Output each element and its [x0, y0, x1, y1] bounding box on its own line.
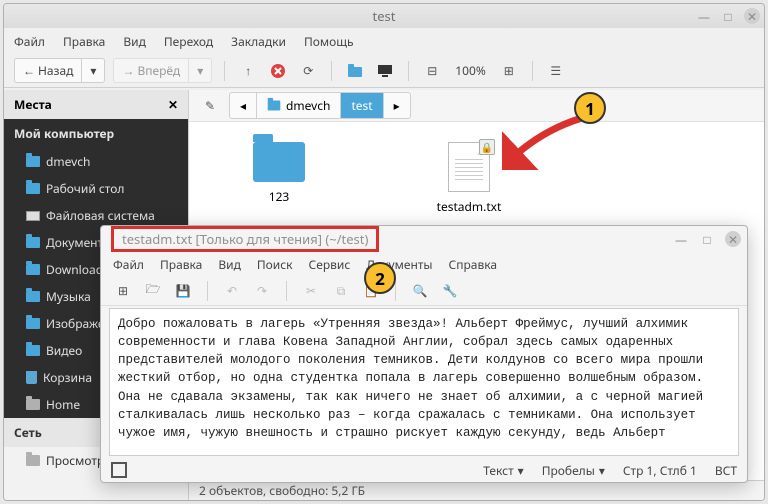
zoom-out-icon[interactable]: ⊟: [421, 60, 443, 82]
menu-edit[interactable]: Правка: [63, 33, 105, 50]
replace-icon[interactable]: 🔧: [440, 281, 460, 301]
redo-icon: ↷: [252, 281, 272, 301]
copy-icon: ⧉: [331, 281, 351, 301]
fm-title: test: [373, 7, 396, 25]
annotation-label-1: 1: [574, 92, 606, 124]
path-prev-icon[interactable]: ◂: [230, 93, 256, 118]
search-icon[interactable]: 🔍: [410, 281, 430, 301]
zoom-level: 100%: [451, 62, 490, 79]
up-icon[interactable]: ↑: [237, 60, 259, 82]
folder-item-123[interactable]: 123: [229, 142, 329, 215]
sidebar-header: Места✕: [4, 90, 188, 119]
ed-toolbar: ⊞ 🗁 💾 ↶ ↷ ✂ ⧉ 📋 🔍 🔧: [101, 276, 747, 306]
lock-icon: 🔒: [479, 139, 495, 155]
cut-icon: ✂: [301, 281, 321, 301]
syntax-dropdown[interactable]: Текст ▾: [483, 462, 523, 479]
cursor-position: Стр 1, Стлб 1: [623, 462, 697, 479]
back-button[interactable]: ← Назад ▾: [14, 58, 105, 83]
zoom-in-icon[interactable]: ⊞: [498, 60, 520, 82]
sidebar-item-desktop[interactable]: Рабочий стол: [4, 175, 188, 202]
icon-view[interactable]: 123 🔒 testadm.txt: [189, 122, 764, 235]
insert-mode: ВСТ: [715, 462, 737, 479]
home-icon[interactable]: [344, 60, 366, 82]
ed-menu-edit[interactable]: Правка: [160, 256, 202, 273]
folder-icon: [253, 142, 305, 182]
fm-titlebar: test — □ ✕: [4, 4, 764, 28]
reload-icon[interactable]: ⟳: [297, 60, 319, 82]
menu-bookmarks[interactable]: Закладки: [231, 33, 286, 50]
sidebar-toggle-icon[interactable]: [111, 462, 127, 478]
menu-go[interactable]: Переход: [164, 33, 213, 50]
minimize-icon[interactable]: —: [696, 8, 712, 24]
whitespace-dropdown[interactable]: Пробелы ▾: [542, 462, 605, 479]
ed-menu-help[interactable]: Справка: [449, 256, 498, 273]
sidebar-item-dmevch[interactable]: dmevch: [4, 148, 188, 175]
menu-help[interactable]: Помощь: [304, 33, 354, 50]
open-icon[interactable]: 🗁: [143, 281, 163, 301]
stop-icon[interactable]: [267, 60, 289, 82]
computer-icon[interactable]: [374, 60, 396, 82]
path-seg-test[interactable]: test: [340, 93, 382, 118]
ed-menu-search[interactable]: Поиск: [257, 256, 293, 273]
close-icon[interactable]: ✕: [744, 8, 760, 24]
maximize-icon[interactable]: □: [720, 8, 736, 24]
ed-menubar: Файл Правка Вид Поиск Сервис Документы С…: [101, 252, 747, 276]
sidebar-group-computer: Мой компьютер: [4, 119, 188, 148]
minimize-icon[interactable]: —: [673, 231, 689, 247]
document-icon: 🔒: [448, 142, 490, 192]
path-next-icon[interactable]: ▸: [383, 93, 410, 118]
annotation-label-2: 2: [364, 262, 396, 294]
path-seg-dmevch[interactable]: dmevch: [256, 93, 340, 118]
ed-statusbar: Текст ▾ Пробелы ▾ Стр 1, Стлб 1 ВСТ: [101, 458, 747, 482]
menu-view[interactable]: Вид: [123, 33, 146, 50]
ed-title: testadm.txt [Только для чтения] (~/test): [111, 226, 379, 252]
fm-statusbar: 2 объектов, свободно: 5,2 ГБ: [189, 480, 764, 500]
fm-menubar: Файл Правка Вид Переход Закладки Помощь: [4, 28, 764, 54]
ed-menu-view[interactable]: Вид: [218, 256, 241, 273]
maximize-icon[interactable]: □: [699, 231, 715, 247]
edit-path-icon[interactable]: ✎: [199, 95, 221, 117]
pathbar: ✎ ◂ dmevch test ▸: [189, 90, 764, 122]
forward-button: → Вперёд ▾: [113, 58, 212, 83]
ed-menu-file[interactable]: Файл: [113, 256, 144, 273]
new-icon[interactable]: ⊞: [113, 281, 133, 301]
undo-icon: ↶: [222, 281, 242, 301]
file-label: 123: [269, 188, 290, 205]
file-label: testadm.txt: [437, 198, 502, 215]
view-mode-icon[interactable]: ☰: [545, 60, 567, 82]
text-editor-window: testadm.txt [Только для чтения] (~/test)…: [100, 225, 748, 483]
ed-titlebar: testadm.txt [Только для чтения] (~/test)…: [101, 226, 747, 252]
fm-toolbar: ← Назад ▾ → Вперёд ▾ ↑ ⟳ ⊟ 100% ⊞ ☰: [4, 54, 764, 88]
ed-menu-service[interactable]: Сервис: [309, 256, 351, 273]
close-icon[interactable]: ✕: [725, 231, 741, 247]
editor-content[interactable]: Добро пожаловать в лагерь «Утренняя звез…: [109, 308, 739, 456]
save-icon: 💾: [173, 281, 193, 301]
menu-file[interactable]: Файл: [14, 33, 45, 50]
